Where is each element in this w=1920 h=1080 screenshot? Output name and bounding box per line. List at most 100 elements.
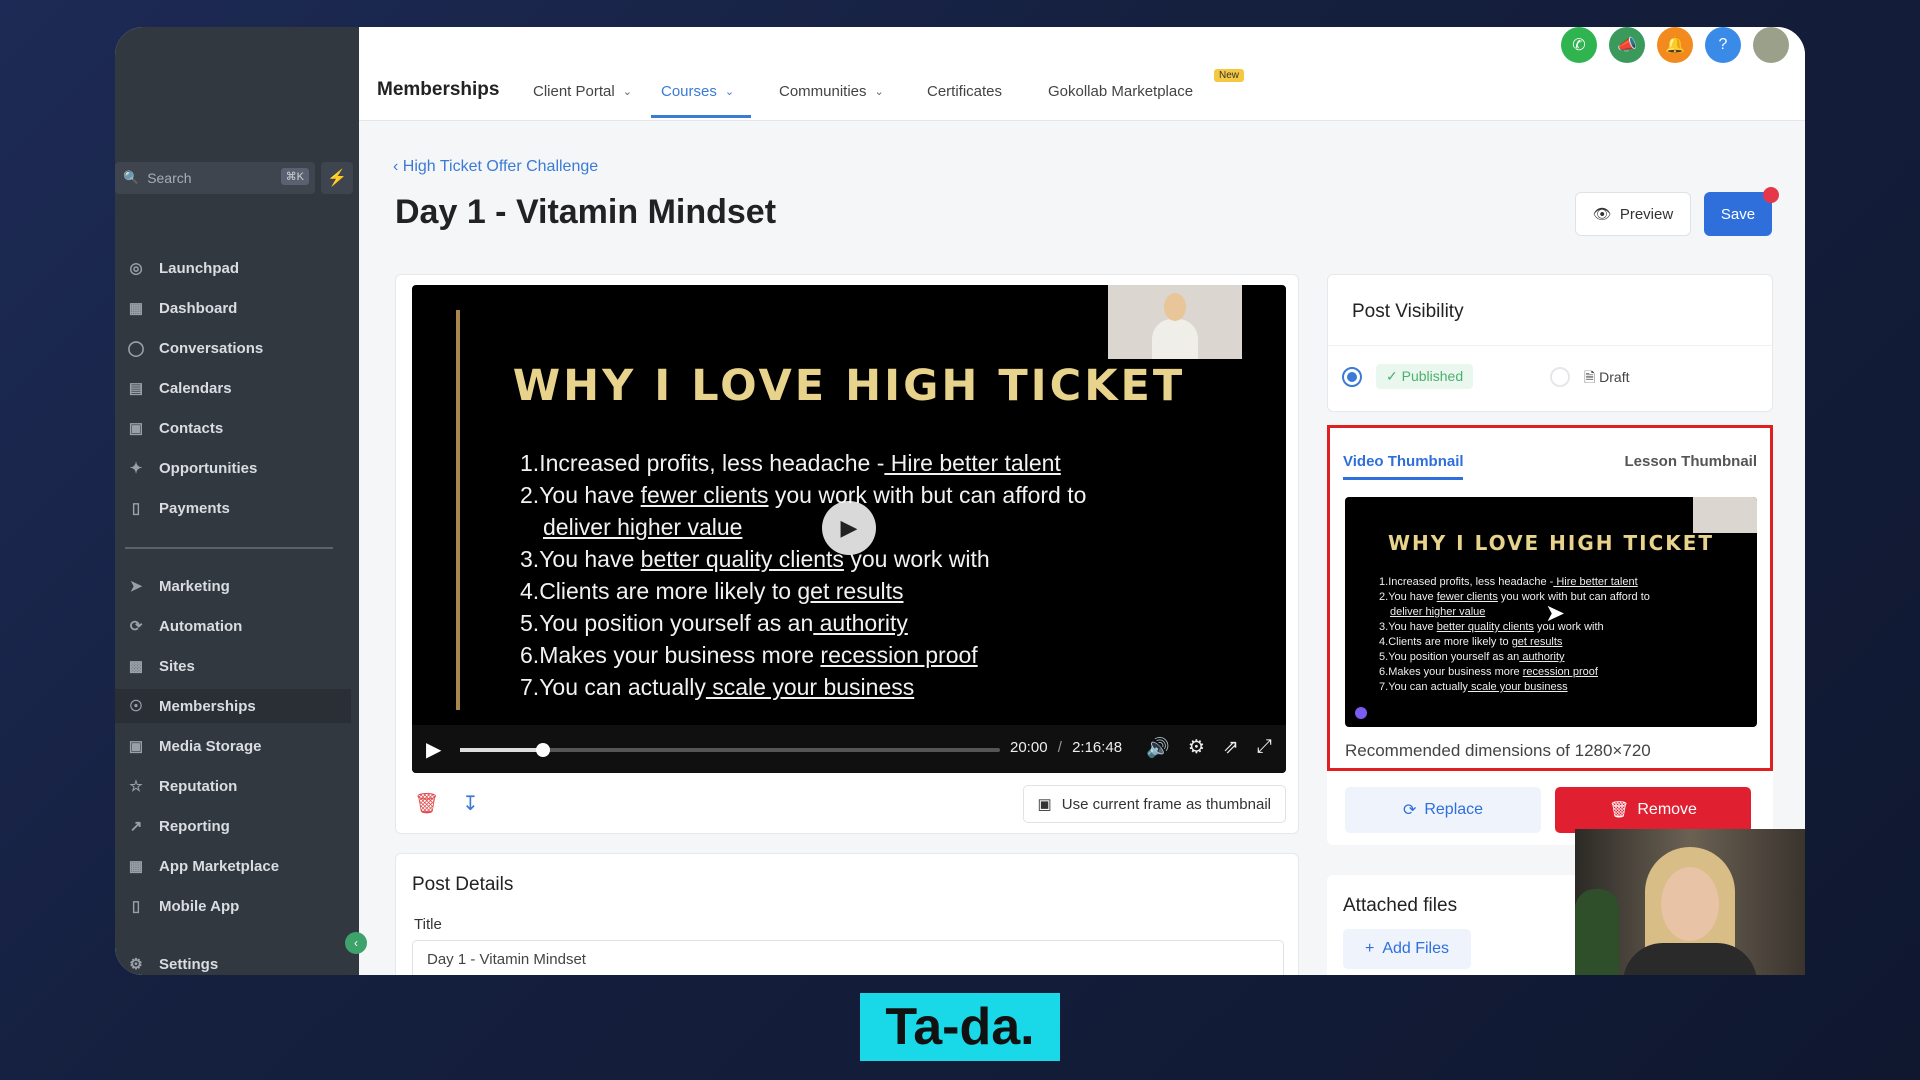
slide-item-number: 1.: [1379, 576, 1389, 588]
sidebar-item-calendars[interactable]: ▤ Calendars: [115, 371, 351, 405]
tab-certificates[interactable]: Certificates: [927, 83, 1002, 100]
breadcrumb[interactable]: ‹ High Ticket Offer Challenge: [393, 158, 598, 176]
slide-item-highlight: scale your business: [1467, 681, 1568, 693]
slide-item: 6.Makes your business more recession pro…: [520, 639, 1260, 671]
title-field[interactable]: Day 1 - Vitamin Mindset: [412, 940, 1284, 975]
sidebar-item-opportunities[interactable]: ✦ Opportunities: [115, 451, 351, 485]
megaphone-icon[interactable]: 📣: [1609, 27, 1645, 63]
sidebar-item-label: Marketing: [159, 577, 230, 595]
play-overlay-button[interactable]: ▶: [822, 501, 876, 555]
video-player[interactable]: WHY I LOVE HIGH TICKET 1.Increased profi…: [412, 285, 1286, 773]
speaker-overlay: [1693, 497, 1757, 533]
sidebar-item-conversations[interactable]: ◯ Conversations: [115, 331, 351, 365]
sidebar-item-reputation[interactable]: ☆ Reputation: [115, 769, 351, 803]
app-window: 🔍 Search ⌘K ⚡ ◎ Launchpad ▦ Dashboard ◯ …: [115, 27, 1805, 975]
sidebar-item-memberships[interactable]: ☉ Memberships: [115, 689, 351, 723]
help-icon[interactable]: ?: [1705, 27, 1741, 63]
slide-item-number: 1.: [520, 450, 540, 476]
sidebar-item-marketing[interactable]: ➤ Marketing: [115, 569, 351, 603]
slide-item-number: 7.: [1379, 681, 1389, 693]
external-link-icon[interactable]: ⇗: [1223, 736, 1239, 760]
grid-icon: ▦: [128, 300, 144, 317]
webcam-shoulders: [1623, 943, 1757, 975]
play-icon[interactable]: ▶: [426, 737, 441, 762]
preview-label: Preview: [1619, 205, 1674, 223]
save-button[interactable]: Save: [1704, 192, 1772, 236]
sidebar-item-label: Opportunities: [159, 459, 258, 477]
bolt-icon: ⚡: [327, 170, 347, 187]
sidebar-item-label: Memberships: [159, 697, 256, 715]
sidebar-item-label: Reputation: [159, 777, 238, 795]
seek-bar[interactable]: [460, 743, 1000, 757]
draft-label: Draft: [1599, 369, 1630, 385]
remove-label: Remove: [1637, 801, 1697, 818]
published-radio[interactable]: [1342, 367, 1362, 387]
sidebar-item-contacts[interactable]: ▣ Contacts: [115, 411, 351, 445]
phone-icon[interactable]: ✆: [1561, 27, 1597, 63]
slide-item-highlight: fewer clients: [1436, 591, 1498, 603]
sidebar-item-label: App Marketplace: [159, 857, 280, 875]
sidebar-item-label: Reporting: [159, 817, 230, 835]
draft-radio[interactable]: [1550, 367, 1570, 387]
use-frame-as-thumbnail-button[interactable]: ▣ Use current frame as thumbnail: [1022, 785, 1286, 823]
tab-lesson-thumbnail[interactable]: Lesson Thumbnail: [1624, 453, 1757, 470]
tab-client-portal[interactable]: Client Portal ⌄: [533, 83, 632, 100]
sidebar-item-reporting[interactable]: ↗ Reporting: [115, 809, 351, 843]
sidebar-item-media-storage[interactable]: ▣ Media Storage: [115, 729, 351, 763]
slide-item-number: 2.: [1379, 591, 1389, 603]
volume-icon[interactable]: 🔊: [1146, 736, 1170, 760]
section-title: Memberships: [377, 79, 500, 100]
sidebar-item-mobile-app[interactable]: ▯ Mobile App: [115, 889, 351, 923]
sidebar-item-sites[interactable]: ▩ Sites: [115, 649, 351, 683]
cursor-icon: ➤: [1545, 600, 1566, 627]
published-badge[interactable]: ✓ Published: [1376, 364, 1474, 389]
tab-courses[interactable]: Courses ⌄: [661, 83, 734, 100]
webcam-plant: [1575, 889, 1619, 975]
slide-item-text: You position yourself as an: [539, 610, 814, 636]
search-shortcut: ⌘K: [280, 168, 309, 185]
phone-icon: ▯: [131, 898, 141, 915]
slide-item-highlight: fewer clients: [640, 482, 769, 508]
rocket-icon: ◎: [129, 260, 143, 277]
gear-icon[interactable]: ⚙: [1188, 736, 1205, 760]
trash-icon[interactable]: 🗑: [414, 791, 439, 816]
recommended-dimensions: Recommended dimensions of 1280×720: [1345, 741, 1651, 760]
seek-bar-fill: [460, 748, 543, 752]
slide-item-highlight: Hire better talent: [884, 450, 1061, 476]
download-icon[interactable]: ↧: [462, 791, 479, 816]
sidebar-item-settings[interactable]: ⚙ Settings: [115, 947, 351, 975]
refresh-icon: ⟳: [1402, 802, 1417, 819]
post-details-card: Post Details Title Day 1 - Vitamin Minds…: [395, 853, 1299, 975]
fullscreen-icon[interactable]: ⤢: [1257, 736, 1272, 760]
replace-label: Replace: [1424, 801, 1484, 818]
replace-button[interactable]: ⟳ Replace: [1345, 787, 1541, 833]
sidebar-item-launchpad[interactable]: ◎ Launchpad: [115, 251, 351, 285]
sidebar-item-automation[interactable]: ⟳ Automation: [115, 609, 351, 643]
webcam-overlay: [1575, 829, 1805, 975]
speaker-overlay: [1108, 285, 1242, 359]
slide-item-highlight: get results: [1511, 636, 1563, 648]
bell-icon[interactable]: 🔔: [1657, 27, 1693, 63]
chevron-down-icon: ⌄: [724, 86, 735, 98]
preview-button[interactable]: 👁 Preview: [1575, 192, 1691, 236]
slide-item-number: 3.: [520, 546, 540, 572]
slide-item-text: Clients are more likely to: [539, 578, 798, 604]
eye-icon: 👁: [1592, 206, 1612, 223]
slide-item-highlight: better quality clients: [640, 546, 844, 572]
slide-item: 3.You have better quality clients you wo…: [1379, 620, 1650, 635]
avatar[interactable]: [1753, 27, 1789, 63]
remove-button[interactable]: 🗑 Remove: [1555, 787, 1751, 833]
tab-video-thumbnail[interactable]: Video Thumbnail: [1343, 453, 1464, 470]
quick-action-button[interactable]: ⚡: [321, 162, 353, 194]
top-nav: Memberships Client Portal ⌄ Courses ⌄ Co…: [359, 27, 1805, 121]
attached-files-title: Attached files: [1343, 895, 1458, 916]
tab-communities[interactable]: Communities ⌄: [779, 83, 884, 100]
sidebar-item-app-marketplace[interactable]: ▦ App Marketplace: [115, 849, 351, 883]
sidebar-item-dashboard[interactable]: ▦ Dashboard: [115, 291, 351, 325]
search-input[interactable]: 🔍 Search ⌘K: [115, 162, 315, 194]
tab-gokollab-marketplace[interactable]: Gokollab Marketplace: [1048, 83, 1193, 100]
seek-handle[interactable]: [535, 743, 550, 757]
add-files-button[interactable]: + Add Files: [1343, 929, 1471, 969]
sidebar-item-payments[interactable]: ▯ Payments: [115, 491, 351, 525]
draft-option[interactable]: 🗎 Draft: [1584, 367, 1630, 391]
